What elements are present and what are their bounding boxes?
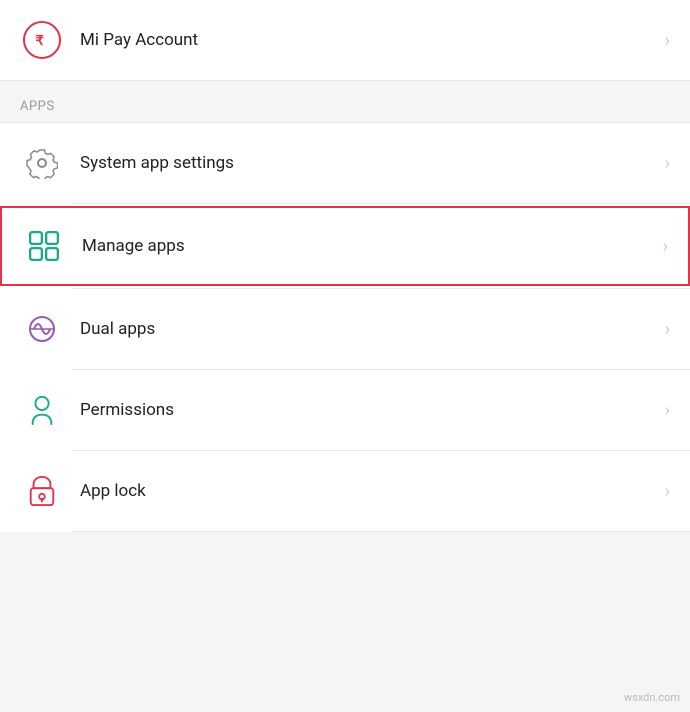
chevron-icon: › xyxy=(663,236,668,257)
mi-pay-label: Mi Pay Account xyxy=(80,30,665,50)
app-lock-label: App lock xyxy=(80,481,665,501)
system-app-label: System app settings xyxy=(80,153,665,173)
gear-icon-container xyxy=(20,141,64,185)
permissions-icon-container xyxy=(20,388,64,432)
dual-apps-item[interactable]: Dual apps › xyxy=(0,289,690,369)
watermark: wsxdn.com xyxy=(624,691,680,704)
system-app-settings-item[interactable]: System app settings › xyxy=(0,123,690,203)
settings-list: ₹ Mi Pay Account › APPS System app setti… xyxy=(0,0,690,532)
chevron-icon: › xyxy=(665,30,670,51)
mi-pay-account-item[interactable]: ₹ Mi Pay Account › xyxy=(0,0,690,80)
chevron-icon: › xyxy=(665,319,670,340)
manage-apps-item[interactable]: Manage apps › xyxy=(0,206,690,286)
svg-text:₹: ₹ xyxy=(35,33,44,48)
chevron-icon: › xyxy=(665,481,670,502)
manage-apps-icon-container xyxy=(22,224,66,268)
manage-apps-label: Manage apps xyxy=(82,236,663,256)
dual-apps-icon-container xyxy=(20,307,64,351)
apps-section-label: APPS xyxy=(0,81,690,122)
chevron-icon: › xyxy=(665,153,670,174)
divider-5 xyxy=(72,531,690,532)
dual-apps-label: Dual apps xyxy=(80,319,665,339)
app-lock-icon-container xyxy=(20,469,64,513)
mi-pay-icon-container: ₹ xyxy=(20,18,64,62)
permissions-item[interactable]: Permissions › xyxy=(0,370,690,450)
mi-pay-icon: ₹ xyxy=(23,21,61,59)
permissions-label: Permissions xyxy=(80,400,665,420)
app-lock-item[interactable]: App lock › xyxy=(0,451,690,531)
chevron-icon: › xyxy=(665,400,670,421)
divider-1 xyxy=(72,203,690,204)
